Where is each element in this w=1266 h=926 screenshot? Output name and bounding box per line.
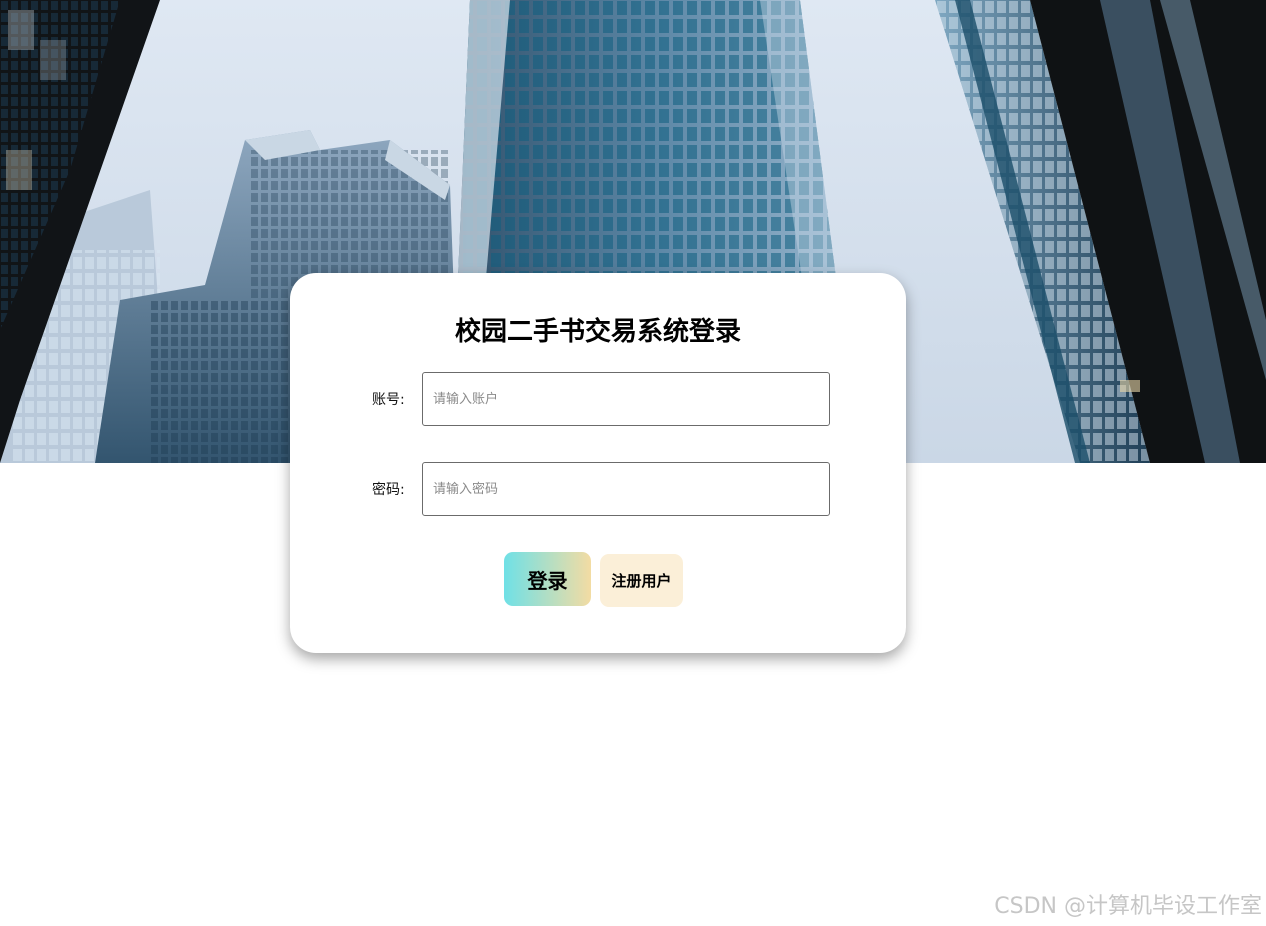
password-input[interactable] xyxy=(422,462,830,516)
account-row: 账号: xyxy=(290,372,906,426)
password-label: 密码: xyxy=(372,482,405,498)
csdn-watermark: CSDN @计算机毕设工作室 xyxy=(994,894,1262,919)
password-row: 密码: xyxy=(290,462,906,516)
account-label: 账号: xyxy=(372,392,405,408)
login-title: 校园二手书交易系统登录 xyxy=(454,317,741,347)
login-card: 校园二手书交易系统登录 账号: 密码: 登录 注册用户 xyxy=(290,273,906,653)
account-input[interactable] xyxy=(422,372,830,426)
login-button[interactable]: 登录 xyxy=(504,552,591,606)
login-page: 校园二手书交易系统登录 账号: 密码: 登录 注册用户 CSDN @计算机毕设工… xyxy=(0,0,1266,926)
register-button[interactable]: 注册用户 xyxy=(600,554,683,607)
